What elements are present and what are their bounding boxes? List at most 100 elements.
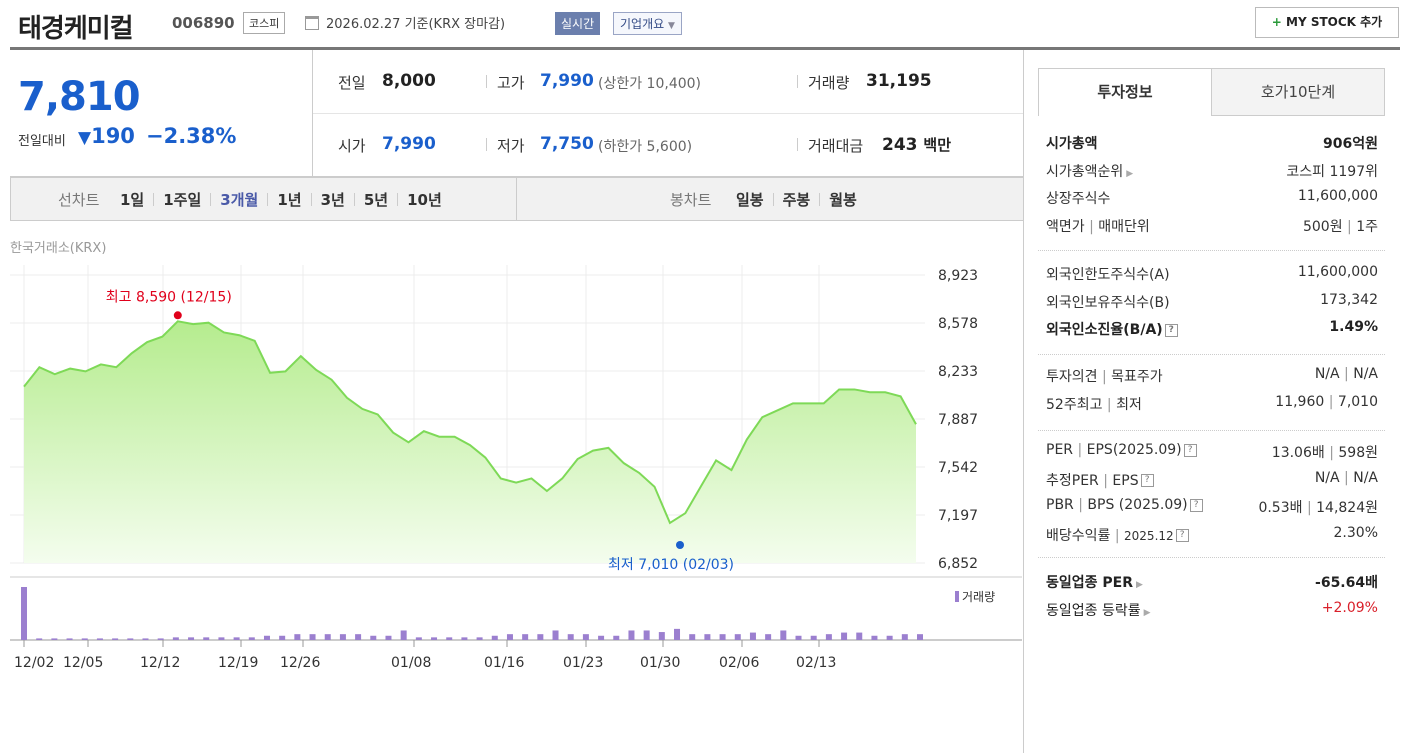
invest-row-rows1-2: 상장주식수 11,600,000 [1046,188,1378,212]
row-value-text: 11,960 [1275,393,1325,410]
volume-bar [749,632,756,640]
y-tick-label: 7,197 [938,508,978,524]
row-label-text: 액면가 [1046,218,1085,235]
volume-bar [51,638,58,640]
row-value-text: -65.64배 [1315,575,1378,591]
invest-row-label: 52주최고 | 최저 [1046,394,1142,414]
invest-row-value: +2.09% [1322,600,1378,616]
invest-row-value: 13.06배 | 598원 [1272,442,1378,462]
tab-candle-period-0[interactable]: 일봉 [736,189,764,210]
x-tick-label: 01/08 [391,655,431,671]
invest-row-rows1-1: 시가총액순위 ▶ 코스피 1197위 [1046,161,1378,185]
row-value-text: 13.06배 [1271,445,1325,461]
amount-number: 243 [882,135,918,155]
volume-bar [188,637,195,640]
volume-bar [127,638,134,640]
divider: | [1339,366,1354,382]
stock-code: 006890 [172,14,235,32]
tab-line-period-4[interactable]: 3년 [321,189,345,210]
arrow-right-icon[interactable]: ▶ [1126,169,1133,179]
help-icon[interactable]: ? [1164,323,1178,337]
divider: | [1342,218,1357,235]
invest-row-rows2-0: 외국인한도주식수(A) 11,600,000 [1046,264,1378,288]
section-divider [1038,557,1385,558]
volume-bar [66,638,73,640]
volume-bar [613,635,620,640]
row-label-text: PBR [1046,497,1074,513]
realtime-button[interactable]: 실시간 [555,12,601,35]
divider: | [1073,497,1088,513]
invest-row-value: 173,342 [1320,292,1378,308]
invest-row-rows4-3: 배당수익률 | 2025.12? 2.30% [1046,525,1378,549]
open-label: 시가 [338,137,366,155]
volume-bar [172,637,179,640]
row-label-text: 외국인한도주식수(A) [1046,267,1170,283]
row-value-text: 500원 [1302,218,1343,235]
volume-bar [309,634,316,640]
plus-icon: + [1271,15,1282,29]
x-tick-label: 12/05 [63,655,103,671]
row-label-text: 52주최고 [1046,396,1103,413]
price-chart[interactable]: 8,923 8,578 8,233 7,887 7,542 7,197 6,852 12/02… [0,255,1022,675]
volume-bar [658,632,665,640]
tab-line-period-0[interactable]: 1일 [120,189,144,210]
tab-candle-period-1[interactable]: 주봉 [783,189,811,210]
candle-chart-tabs: 일봉 주봉 월봉 [736,189,857,210]
volume-bar [218,637,225,640]
volume-bar [522,634,529,640]
section-divider [1038,430,1385,431]
stock-name: 태경케미컬 [18,14,134,44]
section-divider [1038,250,1385,251]
low-marker [676,541,684,549]
divider [153,193,155,206]
volume-bar [871,635,878,640]
company-overview-button[interactable]: 기업개요 ▼ [613,12,682,35]
help-icon[interactable]: ? [1189,498,1203,512]
invest-row-rows3-0: 투자의견 | 목표주가 N/A | N/A [1046,366,1378,390]
row-value-text: 173,342 [1320,291,1378,308]
help-icon[interactable]: ? [1175,529,1189,542]
volume-bar [203,637,210,640]
volume-bar [355,634,362,640]
y-tick-label: 7,542 [938,460,978,476]
row-value-text-2: 14,824원 [1316,500,1378,516]
tab-line-period-1[interactable]: 1주일 [163,189,201,210]
x-tick-label: 01/30 [640,655,680,671]
right-panel-divider [1023,50,1024,753]
arrow-right-icon[interactable]: ▶ [1136,580,1143,590]
tab-line-period-2[interactable]: 3개월 [220,189,258,210]
tab-order-book[interactable]: 호가10단계 [1211,68,1385,116]
row-value-text: 2.30% [1333,524,1378,541]
invest-row-rows4-2: PBR | BPS (2025.09)? 0.53배 | 14,824원 [1046,497,1378,521]
row-label-text-2: 매매단위 [1098,218,1150,235]
volume-legend-swatch [955,591,959,602]
x-tick-label: 01/16 [484,655,524,671]
prev-value: 8,000 [382,71,436,91]
quote-date: 2026.02.27 기준(KRX 장마감) [326,17,506,32]
x-tick-label: 12/12 [140,655,180,671]
invest-row-value: 11,600,000 [1298,188,1378,204]
data-source: 한국거래소(KRX) [10,241,107,256]
invest-row-label: 액면가 | 매매단위 [1046,216,1150,236]
my-stock-label: MY STOCK 추가 [1286,15,1383,29]
row-label-text: 시가총액 [1046,136,1098,152]
volume-bar [476,637,483,640]
tab-invest-info[interactable]: 투자정보 [1038,68,1212,116]
tab-candle-period-2[interactable]: 월봉 [829,189,857,210]
help-icon[interactable]: ? [1183,443,1197,457]
volume-bar [537,634,544,640]
invest-row-label: 시가총액순위 ▶ [1046,161,1133,181]
volume-bar [400,630,407,640]
tab-line-period-5[interactable]: 5년 [364,189,388,210]
divider: | [1097,369,1112,385]
row-label-text: 외국인소진율(B/A) [1046,322,1163,338]
volume-bar [734,634,741,640]
tab-line-period-3[interactable]: 1년 [277,189,301,210]
my-stock-add-button[interactable]: + MY STOCK 추가 [1255,7,1399,38]
tab-line-period-6[interactable]: 10년 [407,189,442,210]
arrow-right-icon[interactable]: ▶ [1144,608,1151,618]
help-icon[interactable]: ? [1140,474,1154,487]
volume-bar [157,638,164,640]
volume-bar [810,635,817,640]
row-value-text-2: 598원 [1338,445,1378,461]
